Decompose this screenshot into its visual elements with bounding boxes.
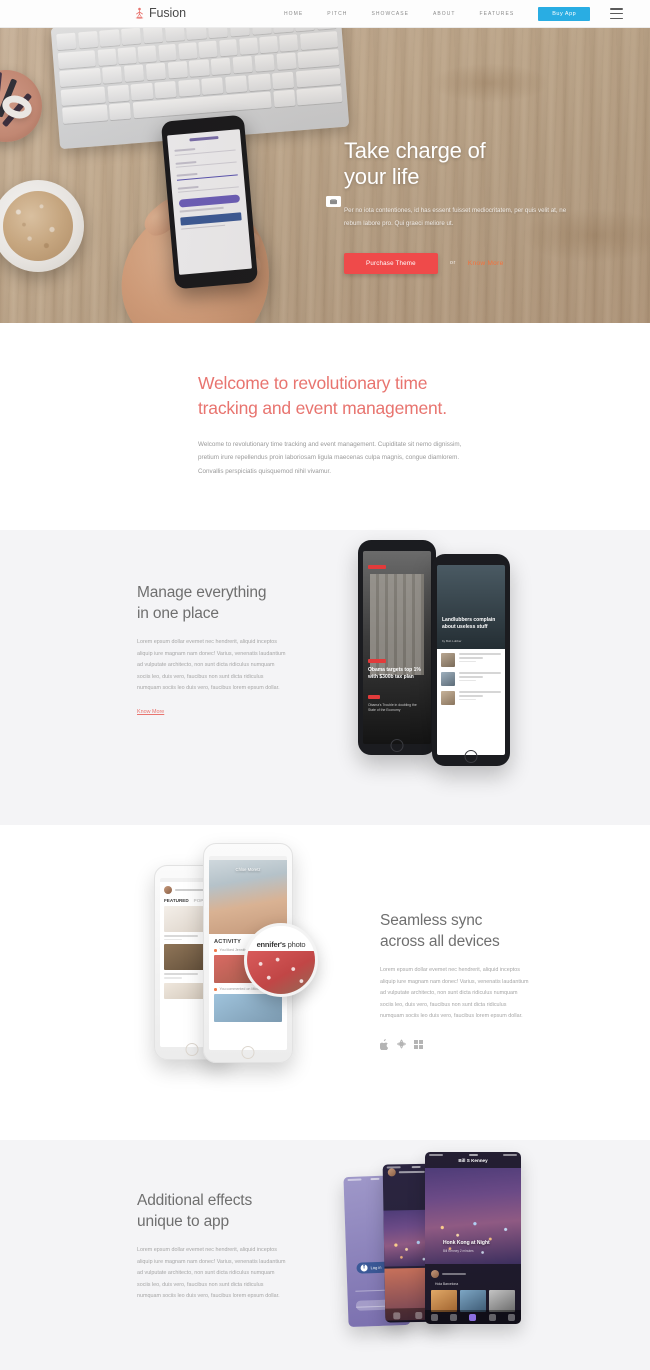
avatar bbox=[164, 886, 172, 895]
nav-item-home[interactable]: HOME bbox=[272, 11, 315, 17]
hero-content: Take charge of your life Per no iota con… bbox=[326, 138, 624, 274]
news-headline-b: Landlubbers complain about useless stuff bbox=[442, 617, 496, 631]
hero-section: Take charge of your life Per no iota con… bbox=[0, 28, 650, 323]
manage-text-block: Manage everything in one place Lorem eps… bbox=[137, 582, 307, 717]
seamless-text-block: Seamless sync across all devices Lorem e… bbox=[380, 910, 550, 1050]
purchase-theme-button[interactable]: Purchase Theme bbox=[344, 252, 438, 274]
news-byline-b: by Bob Lubber bbox=[442, 639, 462, 644]
magnifier-rest-text: photo bbox=[285, 939, 306, 949]
hero-cta-group: Purchase Theme or Know More bbox=[344, 252, 624, 274]
news-list-item[interactable] bbox=[441, 652, 501, 667]
additional-title: Additional effects unique to app bbox=[137, 1190, 307, 1232]
home-button-icon bbox=[241, 1046, 255, 1060]
avatar bbox=[431, 1270, 439, 1279]
manage-know-more-link[interactable]: Know More bbox=[137, 709, 164, 715]
site-header: Fusion HOME PITCH SHOWCASE ABOUT FEATURE… bbox=[0, 0, 650, 28]
logo[interactable]: Fusion bbox=[134, 7, 186, 20]
album-label: Hola Barcelona bbox=[435, 1282, 459, 1287]
social-app-phone-mockups: FEATURED POP Chloe Moretz ACTIVITY You l… bbox=[148, 837, 338, 1077]
hero-subtitle: Per no iota contentiones, id has essent … bbox=[344, 207, 567, 228]
manage-body: Lorem epsum dollar evemet nec hendrerit,… bbox=[137, 639, 286, 692]
seamless-body: Lorem epsum dollar evemet nec hendrerit,… bbox=[380, 967, 529, 1020]
play-badge-icon bbox=[326, 196, 341, 207]
news-subheadline-a: Obama's Trouble in doubling the State of… bbox=[368, 703, 417, 713]
seamless-title: Seamless sync across all devices bbox=[380, 910, 550, 952]
fusion-figure-icon bbox=[135, 7, 144, 19]
seamless-title-line-2: across all devices bbox=[380, 933, 500, 951]
hero-title-line-2: your life bbox=[344, 163, 420, 189]
welcome-title: Welcome to revolutionary time tracking a… bbox=[198, 373, 447, 418]
photo-title: Honk Kong at Night bbox=[443, 1240, 490, 1247]
travel-app-phone-mockups: f Log in Bill S Kenney Honk Kong at Nigh bbox=[340, 1150, 550, 1340]
home-button-icon bbox=[185, 1043, 199, 1057]
popular-label: POP bbox=[193, 898, 204, 904]
news-list-item[interactable] bbox=[441, 671, 501, 686]
manage-title-line-1: Manage everything bbox=[137, 584, 267, 602]
feature-section-seamless: Seamless sync across all devices Lorem e… bbox=[0, 825, 650, 1141]
hero-title-line-1: Take charge of bbox=[344, 138, 486, 163]
news-app-phone-mockups: Obama targets top 1% with $300b tax plan… bbox=[350, 532, 530, 772]
cta-or-label: or bbox=[449, 260, 456, 267]
additional-title-line-1: Additional effects bbox=[137, 1192, 253, 1210]
news-list-item[interactable] bbox=[441, 690, 501, 705]
additional-text-block: Additional effects unique to app Lorem e… bbox=[137, 1190, 307, 1302]
os-icon-group bbox=[380, 1038, 550, 1050]
magnified-photo bbox=[247, 950, 315, 995]
hero-know-more-link[interactable]: Know More bbox=[468, 260, 504, 267]
windows-icon bbox=[414, 1039, 423, 1049]
phone-mockup-news-a: Obama targets top 1% with $300b tax plan… bbox=[358, 540, 436, 756]
apple-icon bbox=[380, 1038, 389, 1050]
feature-section-manage: Manage everything in one place Lorem eps… bbox=[0, 530, 650, 826]
additional-title-line-2: unique to app bbox=[137, 1213, 229, 1231]
main-nav: HOME PITCH SHOWCASE ABOUT FEATURES Buy A… bbox=[272, 6, 624, 21]
buy-app-button[interactable]: Buy App bbox=[538, 6, 591, 21]
home-button-icon bbox=[390, 739, 404, 753]
news-headline-a: Obama targets top 1% with $300b tax plan bbox=[368, 667, 421, 681]
magnifier-bold-text: ennifer's bbox=[256, 939, 286, 949]
magnifier-zoom-overlay: ennifer's photo bbox=[244, 923, 318, 998]
welcome-body: Welcome to revolutionary time tracking a… bbox=[198, 440, 462, 475]
seamless-title-line-1: Seamless sync bbox=[380, 912, 483, 930]
facebook-icon: f bbox=[360, 1264, 368, 1272]
nav-item-about[interactable]: ABOUT bbox=[421, 11, 467, 17]
nav-item-showcase[interactable]: SHOWCASE bbox=[359, 11, 421, 17]
phone-mockup-news-b: Landlubbers complain about useless stuff… bbox=[432, 554, 510, 767]
manage-title: Manage everything in one place bbox=[137, 582, 307, 624]
welcome-section: Welcome to revolutionary time tracking a… bbox=[0, 323, 650, 531]
facebook-login-label: Log in bbox=[370, 1265, 382, 1271]
detail-screen-title: Bill S Kenney bbox=[458, 1158, 488, 1164]
manage-title-line-2: in one place bbox=[137, 605, 219, 623]
feature-section-additional: Additional effects unique to app Lorem e… bbox=[0, 1140, 650, 1370]
nav-item-pitch[interactable]: PITCH bbox=[315, 11, 359, 17]
featured-label: FEATURED bbox=[164, 898, 189, 904]
profile-name: Chloe Moretz bbox=[235, 867, 261, 873]
android-icon bbox=[397, 1039, 406, 1049]
hamburger-menu-icon[interactable] bbox=[610, 8, 624, 19]
home-button-icon bbox=[464, 750, 478, 764]
additional-body: Lorem epsum dollar evemet nec hendrerit,… bbox=[137, 1247, 286, 1300]
phone-mockup-detail: Bill S Kenney Honk Kong at Night Bill Ke… bbox=[425, 1152, 521, 1325]
nav-item-features[interactable]: FEATURES bbox=[468, 11, 527, 17]
photo-meta: Bill Kenney 2 minutes bbox=[443, 1249, 474, 1254]
logo-text: Fusion bbox=[149, 6, 186, 21]
hero-title: Take charge of your life bbox=[344, 138, 624, 189]
